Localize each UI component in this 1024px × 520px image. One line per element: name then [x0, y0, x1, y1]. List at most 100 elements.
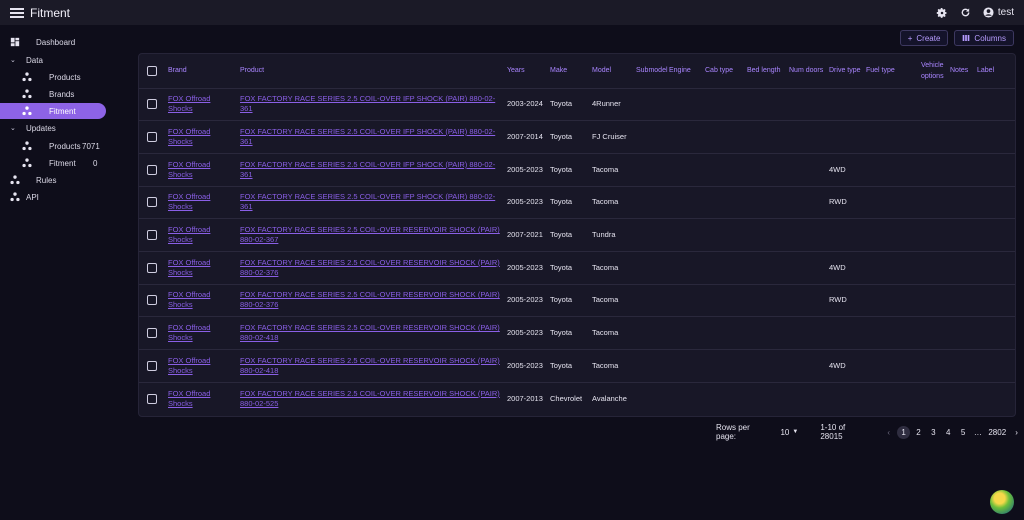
hamburger-menu-icon[interactable]: [10, 6, 24, 20]
engine-cell: [667, 284, 703, 318]
column-header-engine[interactable]: Engine: [667, 54, 703, 89]
sidebar-item-products[interactable]: Products: [22, 71, 122, 83]
cab-type-cell: [703, 186, 745, 220]
hierarchy-icon: [22, 89, 32, 99]
page-button-1[interactable]: 1: [897, 425, 910, 439]
page-button-2[interactable]: 2: [912, 426, 925, 439]
row-checkbox[interactable]: [147, 262, 157, 273]
label-cell: [975, 382, 1015, 415]
brand-link[interactable]: FOX Offroad Shocks: [168, 94, 210, 113]
refresh-icon[interactable]: [959, 6, 973, 20]
engine-cell: [667, 120, 703, 154]
column-header-label[interactable]: Label: [975, 54, 1015, 89]
prev-page-chevron-icon[interactable]: ‹: [882, 426, 895, 439]
sidebar-group-updates[interactable]: ⌄ Updates: [10, 123, 120, 133]
row-checkbox[interactable]: [147, 360, 157, 371]
table-body: FOX Offroad Shocks FOX FACTORY RACE SERIE…: [139, 88, 1015, 415]
column-header-model[interactable]: Model: [590, 54, 634, 89]
drive-type-cell: RWD: [827, 284, 864, 318]
product-link[interactable]: FOX FACTORY RACE SERIES 2.5 COIL-OVER IF…: [240, 127, 495, 146]
row-checkbox[interactable]: [147, 328, 157, 339]
page-button-last[interactable]: 2802: [986, 426, 1008, 439]
brand-link[interactable]: FOX Offroad Shocks: [168, 225, 210, 244]
column-header-make[interactable]: Make: [548, 54, 590, 89]
sidebar-item-api[interactable]: API: [10, 191, 120, 203]
rows-per-page-select[interactable]: 10 ▼: [780, 428, 798, 437]
column-header-drive-type[interactable]: Drive type: [827, 54, 864, 89]
product-link[interactable]: FOX FACTORY RACE SERIES 2.5 COIL-OVER IF…: [240, 192, 495, 211]
product-link[interactable]: FOX FACTORY RACE SERIES 2.5 COIL-OVER RE…: [240, 356, 500, 375]
drive-type-cell: 4WD: [827, 251, 864, 285]
column-header-vehicle-options[interactable]: Vehicle options: [919, 54, 948, 89]
column-header-notes[interactable]: Notes: [948, 54, 975, 89]
product-link[interactable]: FOX FACTORY RACE SERIES 2.5 COIL-OVER RE…: [240, 290, 500, 309]
row-checkbox[interactable]: [147, 230, 157, 241]
row-checkbox[interactable]: [147, 132, 157, 143]
columns-button[interactable]: Columns: [954, 30, 1014, 46]
create-button[interactable]: + Create: [899, 30, 949, 46]
brand-link[interactable]: FOX Offroad Shocks: [168, 160, 210, 179]
select-all-checkbox[interactable]: [147, 65, 157, 76]
table-row: FOX Offroad Shocks FOX FACTORY RACE SERIE…: [139, 153, 1015, 187]
brand-link[interactable]: FOX Offroad Shocks: [168, 192, 210, 211]
make-cell: Chevrolet: [550, 393, 583, 403]
num-doors-cell: [787, 316, 827, 350]
sidebar-item-updates-fitment[interactable]: Fitment: [22, 157, 92, 169]
brand-link[interactable]: FOX Offroad Shocks: [168, 290, 210, 309]
drive-type-cell: [827, 88, 864, 122]
row-checkbox[interactable]: [147, 99, 157, 110]
settings-gear-icon[interactable]: [935, 6, 949, 20]
product-cell: FOX FACTORY RACE SERIES 2.5 COIL-OVER IF…: [238, 120, 505, 154]
sidebar-item-brands[interactable]: Brands: [22, 88, 122, 100]
product-link[interactable]: FOX FACTORY RACE SERIES 2.5 COIL-OVER RE…: [240, 323, 500, 342]
model-cell: Tundra: [590, 218, 634, 252]
product-link[interactable]: FOX FACTORY RACE SERIES 2.5 COIL-OVER IF…: [240, 94, 495, 113]
next-page-chevron-icon[interactable]: ›: [1010, 426, 1023, 439]
column-header-brand[interactable]: Brand: [166, 54, 238, 89]
drive-type-cell: RWD: [827, 186, 864, 220]
vehicle-options-cell: [919, 382, 948, 415]
product-link[interactable]: FOX FACTORY RACE SERIES 2.5 COIL-OVER RE…: [240, 258, 500, 277]
cab-type-cell: [703, 120, 745, 154]
sidebar: Dashboard ⌄ Data Products Brands Fitment…: [0, 25, 130, 520]
column-header-bed-length[interactable]: Bed length: [745, 54, 787, 89]
column-header-years[interactable]: Years: [505, 54, 548, 89]
sidebar-item-rules[interactable]: Rules: [10, 174, 120, 186]
column-header-product[interactable]: Product: [238, 54, 505, 89]
brand-link[interactable]: FOX Offroad Shocks: [168, 323, 210, 342]
column-header-num-doors[interactable]: Num doors: [787, 54, 827, 89]
sidebar-item-label: API: [26, 192, 39, 202]
brand-link[interactable]: FOX Offroad Shocks: [168, 356, 210, 375]
label-cell: [975, 120, 1015, 154]
brand-link[interactable]: FOX Offroad Shocks: [168, 127, 210, 146]
sidebar-group-data[interactable]: ⌄ Data: [10, 55, 120, 65]
page-button-4[interactable]: 4: [942, 426, 955, 439]
product-link[interactable]: FOX FACTORY RACE SERIES 2.5 COIL-OVER IF…: [240, 160, 495, 179]
sidebar-item-dashboard[interactable]: Dashboard: [10, 36, 120, 48]
brand-cell: FOX Offroad Shocks: [166, 382, 238, 415]
row-checkbox[interactable]: [147, 393, 157, 404]
column-header-cab-type[interactable]: Cab type: [703, 54, 745, 89]
submodel-cell: [634, 382, 667, 415]
page-button-3[interactable]: 3: [927, 426, 940, 439]
row-checkbox[interactable]: [147, 197, 157, 208]
model-cell: Tacoma: [590, 284, 634, 318]
row-checkbox[interactable]: [147, 164, 157, 175]
user-menu[interactable]: test: [983, 7, 1014, 18]
sidebar-item-fitment[interactable]: Fitment: [0, 103, 106, 119]
brand-cell: FOX Offroad Shocks: [166, 251, 238, 285]
brand-link[interactable]: FOX Offroad Shocks: [168, 389, 210, 408]
column-header-submodel[interactable]: Submodel: [634, 54, 668, 89]
row-checkbox[interactable]: [147, 295, 157, 306]
column-header-fuel-type[interactable]: Fuel type: [864, 54, 919, 89]
notes-cell: [948, 316, 975, 350]
product-cell: FOX FACTORY RACE SERIES 2.5 COIL-OVER RE…: [238, 284, 505, 318]
product-link[interactable]: FOX FACTORY RACE SERIES 2.5 COIL-OVER RE…: [240, 225, 500, 244]
product-link[interactable]: FOX FACTORY RACE SERIES 2.5 COIL-OVER RE…: [240, 389, 500, 408]
hierarchy-icon: [22, 106, 32, 116]
assistant-avatar-icon[interactable]: [990, 490, 1014, 514]
make-cell: Toyota: [548, 284, 590, 318]
hierarchy-icon: [22, 158, 32, 168]
page-button-5[interactable]: 5: [957, 426, 970, 439]
brand-link[interactable]: FOX Offroad Shocks: [168, 258, 210, 277]
